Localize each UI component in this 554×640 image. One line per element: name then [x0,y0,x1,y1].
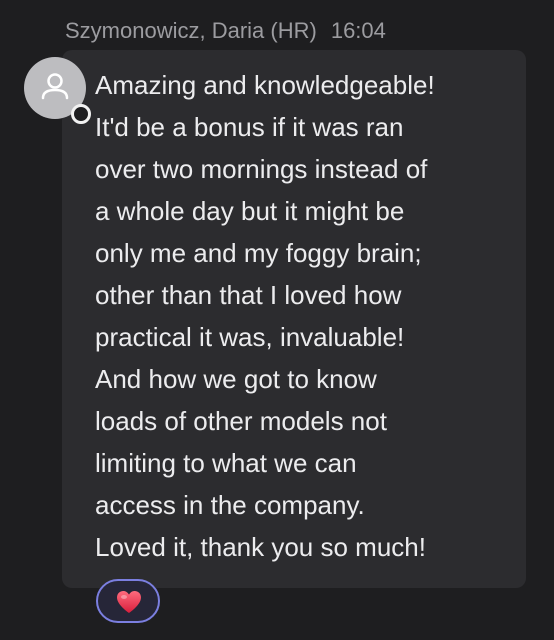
message-line: It'd be a bonus if it was ran [95,112,404,142]
heart-reaction-button[interactable] [96,579,160,623]
message-line: loads of other models not [95,406,387,436]
message-line: Amazing and knowledgeable! [95,70,435,100]
presence-status-icon [71,104,91,124]
message-timestamp: 16:04 [330,18,386,43]
message-line: practical it was, invaluable! [95,322,405,352]
heart-icon [117,591,141,613]
sender-name[interactable]: Szymonowicz, Daria (HR) [65,18,317,43]
message-line: And how we got to know [95,364,377,394]
message-line: over two mornings instead of [95,154,428,184]
message-line: access in the company. [95,490,365,520]
chat-frame: Szymonowicz, Daria (HR) 16:04 Amazing and… [0,0,554,640]
message-body: Amazing and knowledgeable! It'd be a bon… [95,64,515,568]
message-line: Loved it, thank you so much! [95,532,426,562]
message-header: Szymonowicz, Daria (HR) 16:04 [65,18,386,44]
message-line: only me and my foggy brain; [95,238,422,268]
message-line: limiting to what we can [95,448,357,478]
avatar[interactable] [24,57,91,124]
message-line: other than that I loved how [95,280,402,310]
message-line: a whole day but it might be [95,196,405,226]
